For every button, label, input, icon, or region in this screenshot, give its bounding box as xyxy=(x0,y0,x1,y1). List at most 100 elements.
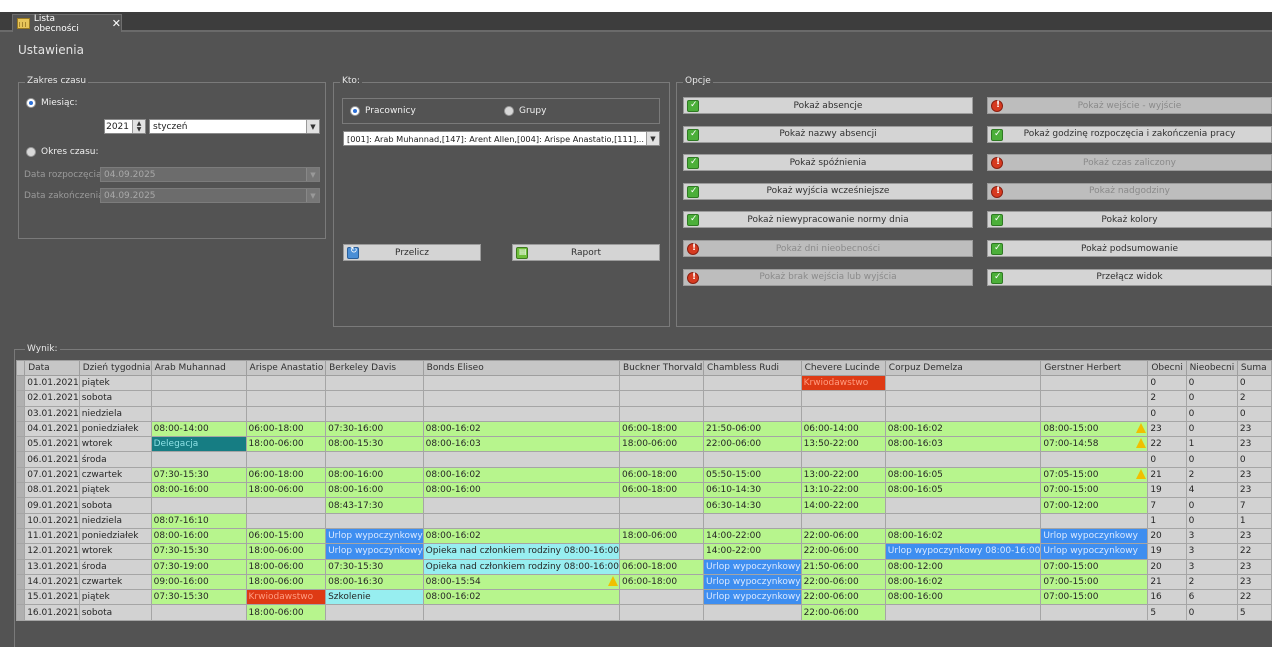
table-cell[interactable] xyxy=(325,604,424,621)
table-cell[interactable]: 20 xyxy=(1147,527,1187,545)
table-cell[interactable] xyxy=(884,405,1042,422)
table-cell[interactable]: 07:30-15:30 xyxy=(150,466,247,484)
table-row[interactable]: 06.01.2021 środa 0 0 0 xyxy=(15,451,1272,468)
table-cell[interactable]: Urlop wypoczynkowy xyxy=(1040,543,1149,560)
table-cell[interactable]: 08:00-15:54 xyxy=(422,573,621,591)
table-cell[interactable]: 5 xyxy=(1236,604,1272,621)
end-date-field[interactable]: 04.09.2025 ▼ xyxy=(100,188,320,203)
column-header[interactable]: Data xyxy=(24,360,80,376)
table-cell[interactable]: 0 xyxy=(1185,497,1238,514)
table-cell[interactable]: 07:00-15:00 xyxy=(1040,573,1149,591)
employees-radio[interactable]: Pracownicy xyxy=(350,106,416,116)
table-cell[interactable]: 09.01.2021 xyxy=(24,497,80,514)
table-cell[interactable] xyxy=(703,512,802,529)
option-right-1-button[interactable]: Pokaż godzinę rozpoczęcia i zakończenia … xyxy=(987,125,1272,143)
table-cell[interactable] xyxy=(325,512,424,529)
period-radio[interactable]: Okres czasu: xyxy=(26,147,99,157)
table-cell[interactable]: 23 xyxy=(1147,420,1187,438)
table-cell[interactable]: Urlop wypoczynkowy 08:00-16:00 xyxy=(884,543,1042,560)
chevron-down-icon[interactable]: ▼ xyxy=(306,168,319,181)
table-cell[interactable]: piątek xyxy=(78,482,152,499)
table-cell[interactable] xyxy=(422,604,621,621)
table-cell[interactable]: 3 xyxy=(1185,527,1238,545)
table-cell[interactable]: 08:00-16:02 xyxy=(884,420,1042,438)
table-cell[interactable]: 14.01.2021 xyxy=(24,573,80,591)
table-cell[interactable]: sobota xyxy=(78,604,152,621)
table-cell[interactable]: 0 xyxy=(1185,604,1238,621)
table-cell[interactable]: 22 xyxy=(1147,436,1187,453)
table-cell[interactable] xyxy=(884,604,1042,621)
table-cell[interactable]: 7 xyxy=(1236,497,1272,514)
column-header[interactable]: Corpuz Demelza xyxy=(884,360,1042,376)
table-row[interactable]: 13.01.2021 środa 07:30-19:00 18:00-06:00 07:… xyxy=(15,558,1272,575)
table-row[interactable]: 11.01.2021 poniedziałek 08:00-16:00 06:00-1… xyxy=(15,527,1272,545)
table-cell[interactable] xyxy=(150,604,247,621)
tab-lista-obecnosci[interactable]: Lista obecności ✕ xyxy=(12,14,122,34)
table-cell[interactable]: 08:00-16:03 xyxy=(884,436,1042,453)
table-row[interactable]: 07.01.2021 czwartek 07:30-15:30 06:00-18:00… xyxy=(15,466,1272,484)
table-cell[interactable]: 08:00-16:00 xyxy=(325,466,424,484)
groups-radio[interactable]: Grupy xyxy=(504,106,546,116)
table-row[interactable]: 16.01.2021 sobota 18:00-06:00 22:00-06:00 5 0… xyxy=(15,604,1272,621)
column-header[interactable]: Arab Muhannad xyxy=(150,360,247,376)
table-cell[interactable] xyxy=(150,497,247,514)
table-cell[interactable]: 20 xyxy=(1147,558,1187,575)
column-header[interactable]: Berkeley Davis xyxy=(325,360,424,376)
table-cell[interactable]: 14:00-22:00 xyxy=(703,527,802,545)
table-cell[interactable] xyxy=(325,390,424,407)
table-row[interactable]: 10.01.2021 niedziela 08:07-16:10 1 0 1 xyxy=(15,512,1272,529)
table-cell[interactable] xyxy=(245,374,327,392)
table-cell[interactable]: Urlop wypoczynkowy xyxy=(325,543,424,560)
table-cell[interactable]: poniedziałek xyxy=(78,420,152,438)
table-cell[interactable]: 08:00-16:02 xyxy=(422,466,621,484)
table-cell[interactable] xyxy=(884,497,1042,514)
table-cell[interactable]: 08:00-14:00 xyxy=(150,420,247,438)
table-cell[interactable]: 07.01.2021 xyxy=(24,466,80,484)
table-cell[interactable]: 08:00-16:02 xyxy=(422,420,621,438)
option-right-3-button[interactable]: Pokaż nadgodziny xyxy=(987,182,1272,200)
table-cell[interactable]: 13:50-22:00 xyxy=(800,436,886,453)
table-cell[interactable]: 4 xyxy=(1185,482,1238,499)
table-cell[interactable]: 22:00-06:00 xyxy=(800,573,886,591)
table-cell[interactable]: 23 xyxy=(1236,436,1272,453)
table-cell[interactable]: sobota xyxy=(78,497,152,514)
table-cell[interactable]: 08:00-16:00 xyxy=(150,527,247,545)
table-cell[interactable]: niedziela xyxy=(78,512,152,529)
table-cell[interactable]: Urlop wypoczynkowy xyxy=(703,589,802,606)
table-cell[interactable]: 22:00-06:00 xyxy=(703,436,802,453)
table-cell[interactable]: 08:43-17:30 xyxy=(325,497,424,514)
table-cell[interactable]: Krwiodawstwo xyxy=(245,589,327,606)
option-right-0-button[interactable]: Pokaż wejście - wyjście xyxy=(987,97,1272,114)
table-cell[interactable]: 07:00-15:00 xyxy=(1040,558,1149,575)
column-header[interactable]: Buckner Thorvald xyxy=(618,360,705,376)
table-cell[interactable]: poniedziałek xyxy=(78,527,152,545)
table-cell[interactable]: Urlop wypoczynkowy xyxy=(703,573,802,591)
table-cell[interactable]: Krwiodawstwo xyxy=(800,374,886,392)
table-cell[interactable] xyxy=(150,451,247,468)
table-row[interactable]: 04.01.2021 poniedziałek 08:00-14:00 06:00-1… xyxy=(15,420,1272,438)
row-selector[interactable] xyxy=(15,436,26,453)
table-cell[interactable]: 08.01.2021 xyxy=(24,482,80,499)
option-left-2-button[interactable]: Pokaż spóźnienia xyxy=(683,154,973,172)
table-cell[interactable]: 06:00-18:00 xyxy=(618,420,705,438)
table-cell[interactable] xyxy=(422,497,621,514)
table-cell[interactable]: 08:00-16:02 xyxy=(884,573,1042,591)
table-cell[interactable]: 07:00-14:58 xyxy=(1040,436,1149,453)
table-cell[interactable]: piątek xyxy=(78,374,152,392)
column-header[interactable]: Obecni xyxy=(1147,360,1187,376)
table-cell[interactable]: czwartek xyxy=(78,573,152,591)
table-cell[interactable] xyxy=(618,405,705,422)
table-cell[interactable]: piątek xyxy=(78,589,152,606)
table-cell[interactable] xyxy=(325,451,424,468)
column-header[interactable]: Chevere Lucinde xyxy=(800,360,886,376)
table-cell[interactable]: 0 xyxy=(1185,374,1238,392)
table-cell[interactable]: 08:00-16:00 xyxy=(325,482,424,499)
table-cell[interactable]: 22:00-06:00 xyxy=(800,589,886,606)
table-cell[interactable]: 22 xyxy=(1236,589,1272,606)
recalculate-button[interactable]: Przelicz xyxy=(343,244,481,261)
column-header[interactable]: Dzień tygodnia xyxy=(78,360,152,376)
table-cell[interactable] xyxy=(703,451,802,468)
table-cell[interactable]: 23 xyxy=(1236,558,1272,575)
table-cell[interactable]: 06.01.2021 xyxy=(24,451,80,468)
table-cell[interactable]: 23 xyxy=(1236,420,1272,438)
